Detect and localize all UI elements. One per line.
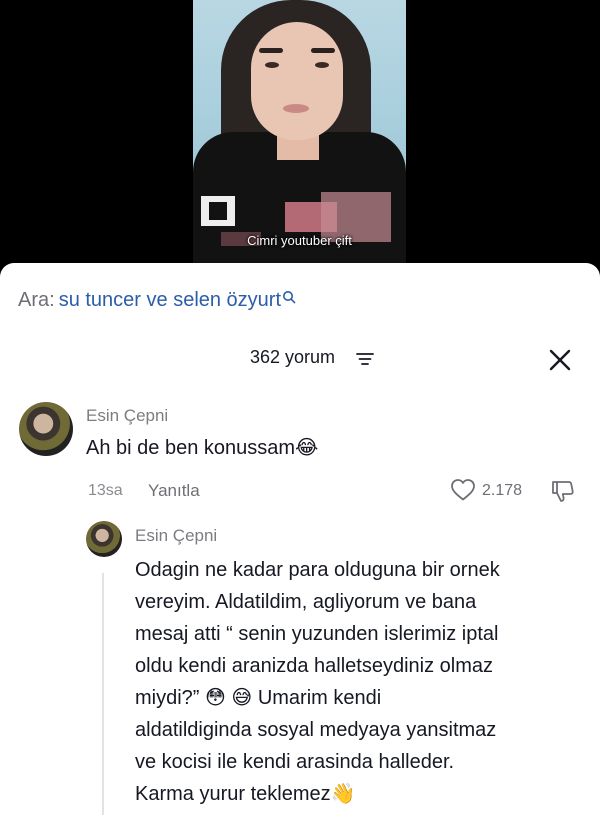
video-frame: Cimri youtuber çift	[193, 0, 406, 290]
comments-header: 362 yorum	[0, 347, 600, 371]
video-person-lips	[283, 104, 309, 113]
filter-icon[interactable]	[356, 352, 374, 366]
video-person-eye	[265, 62, 279, 68]
like-count: 2.178	[482, 482, 523, 499]
video-person-face	[251, 22, 343, 140]
reply-button[interactable]: Yanıtla	[148, 481, 200, 501]
video-person-eye	[315, 62, 329, 68]
thumbs-down-icon[interactable]	[550, 478, 576, 504]
comment-count: 362 yorum	[250, 347, 336, 367]
comments-sheet: Ara: su tuncer ve selen özyurt 362 yorum …	[0, 263, 600, 815]
video-person-brow	[259, 48, 283, 53]
avatar[interactable]	[19, 402, 73, 456]
comment-timestamp: 13sa	[88, 482, 123, 499]
comment-author[interactable]: Esin Çepni	[135, 526, 217, 546]
avatar[interactable]	[86, 521, 122, 557]
close-icon[interactable]	[547, 347, 573, 373]
video-caption: Cimri youtuber çift	[247, 233, 352, 248]
comment-text: Ah bi de ben konussam😂	[86, 437, 319, 459]
search-suggestion[interactable]: Ara: su tuncer ve selen özyurt	[18, 289, 296, 312]
search-query-link[interactable]: su tuncer ve selen özyurt	[59, 289, 281, 311]
video-person-brow	[311, 48, 335, 53]
comment-text: Odagin ne kadar para olduguna bir ornek …	[135, 559, 500, 805]
comment-author[interactable]: Esin Çepni	[86, 406, 168, 426]
video-player[interactable]: Cimri youtuber çift	[0, 0, 600, 290]
reply-thread-line	[102, 573, 104, 815]
search-icon[interactable]	[282, 287, 296, 310]
search-label: Ara:	[18, 289, 55, 311]
heart-icon[interactable]	[450, 478, 476, 502]
